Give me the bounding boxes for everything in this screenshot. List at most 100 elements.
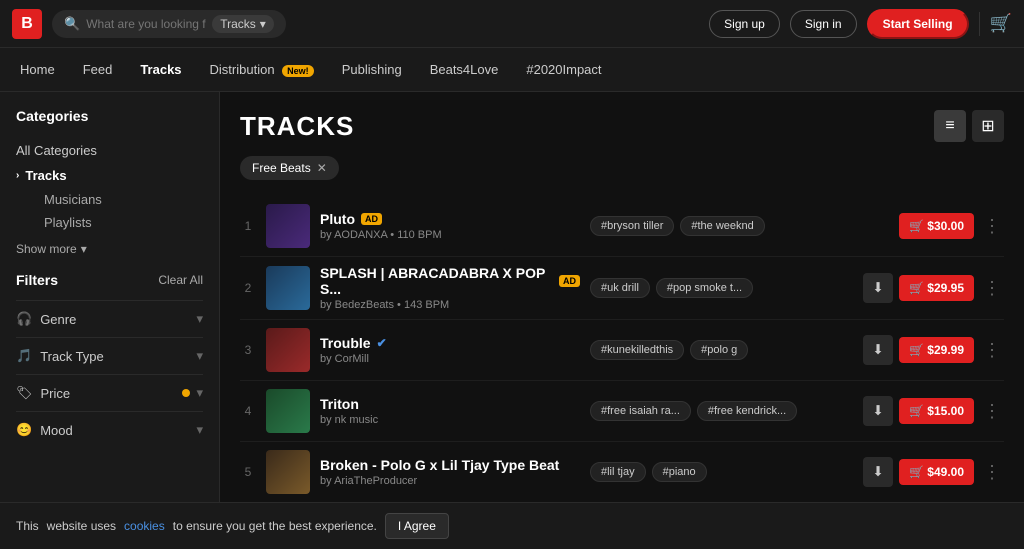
track-tag[interactable]: #uk drill [590, 278, 650, 298]
more-options-button[interactable]: ⋮ [980, 338, 1004, 362]
price-filter[interactable]: 🏷 Price ▾ [16, 374, 203, 411]
more-options-button[interactable]: ⋮ [980, 460, 1004, 484]
track-title[interactable]: Pluto [320, 211, 355, 227]
track-thumbnail[interactable] [266, 450, 310, 494]
nav-publishing[interactable]: Publishing [342, 62, 402, 77]
sidebar-all-categories[interactable]: All Categories [16, 138, 203, 163]
cookie-text2: website uses [47, 519, 116, 533]
track-info: Trouble ✔ by CorMill [320, 335, 580, 365]
track-type-filter[interactable]: 🎵 Track Type ▾ [16, 337, 203, 374]
show-more-button[interactable]: Show more ▾ [16, 242, 203, 256]
price-button[interactable]: 🛒 $30.00 [899, 213, 974, 239]
price-button[interactable]: 🛒 $15.00 [899, 398, 974, 424]
track-name: Triton [320, 396, 580, 412]
track-tag[interactable]: #kunekilledthis [590, 340, 684, 360]
grid-view-button[interactable]: ⊞ [972, 110, 1004, 142]
chevron-down-icon-mood: ▾ [196, 422, 203, 438]
track-tags: #kunekilledthis #polo g [590, 340, 853, 360]
sidebar-musicians[interactable]: Musicians [16, 188, 203, 211]
active-filters: Free Beats ✕ [240, 156, 1004, 180]
track-tag[interactable]: #free kendrick... [697, 401, 797, 421]
track-thumbnail[interactable] [266, 389, 310, 433]
track-actions: ⬇ 🛒 $49.00 ⋮ [863, 457, 1004, 487]
top-nav: B 🔍 Tracks ▾ Sign up Sign in Start Selli… [0, 0, 1024, 48]
logo[interactable]: B [12, 9, 42, 39]
track-tags: #lil tjay #piano [590, 462, 853, 482]
list-view-button[interactable]: ≡ [934, 110, 966, 142]
track-tags: #free isaiah ra... #free kendrick... [590, 401, 853, 421]
mood-filter[interactable]: 😊 Mood ▾ [16, 411, 203, 448]
search-category-dropdown[interactable]: Tracks ▾ [212, 15, 274, 33]
track-number: 3 [240, 343, 256, 357]
track-tag[interactable]: #pop smoke t... [656, 278, 753, 298]
download-button[interactable]: ⬇ [863, 396, 893, 426]
music-note-icon: 🎵 [16, 348, 32, 364]
signup-button[interactable]: Sign up [709, 10, 780, 38]
download-button[interactable]: ⬇ [863, 273, 893, 303]
price-button[interactable]: 🛒 $49.00 [899, 459, 974, 485]
nav-tracks[interactable]: Tracks [140, 62, 181, 77]
clear-all-button[interactable]: Clear All [158, 273, 203, 287]
sidebar-tracks[interactable]: › Tracks [16, 163, 203, 188]
price-button[interactable]: 🛒 $29.99 [899, 337, 974, 363]
chevron-down-icon: ▾ [260, 17, 266, 31]
track-type-label: 🎵 Track Type [16, 348, 104, 364]
main-content: TRACKS ≡ ⊞ Free Beats ✕ 1 Pluto AD by [220, 92, 1024, 549]
track-row: 1 Pluto AD by AODANXA • 110 BPM #bryson … [240, 196, 1004, 257]
genre-filter[interactable]: 🎧 Genre ▾ [16, 300, 203, 337]
cookie-link[interactable]: cookies [124, 519, 165, 533]
track-actions: ⬇ 🛒 $29.99 ⋮ [863, 335, 1004, 365]
track-name: Trouble ✔ [320, 335, 580, 351]
track-thumbnail[interactable] [266, 266, 310, 310]
track-title[interactable]: Trouble [320, 335, 371, 351]
sidebar: Categories All Categories › Tracks Music… [0, 92, 220, 549]
content-header: TRACKS ≡ ⊞ [240, 110, 1004, 142]
cookie-banner: This website uses cookies to ensure you … [0, 502, 1024, 549]
track-info: Triton by nk music [320, 396, 580, 426]
track-number: 2 [240, 281, 256, 295]
track-thumbnail[interactable] [266, 328, 310, 372]
remove-tag-button[interactable]: ✕ [317, 161, 327, 175]
start-selling-button[interactable]: Start Selling [867, 9, 969, 39]
track-tag[interactable]: #lil tjay [590, 462, 646, 482]
sidebar-playlists[interactable]: Playlists [16, 211, 203, 234]
track-tag[interactable]: #polo g [690, 340, 748, 360]
track-tag[interactable]: #bryson tiller [590, 216, 674, 236]
chevron-down-icon-type: ▾ [196, 348, 203, 364]
cookie-text3: to ensure you get the best experience. [173, 519, 377, 533]
more-options-button[interactable]: ⋮ [980, 214, 1004, 238]
cookie-agree-button[interactable]: I Agree [385, 513, 449, 539]
price-button[interactable]: 🛒 $29.95 [899, 275, 974, 301]
nav-distribution[interactable]: Distribution New! [210, 62, 314, 77]
page-title: TRACKS [240, 111, 354, 142]
nav-home[interactable]: Home [20, 62, 55, 77]
cart-icon[interactable]: 🛒 [990, 13, 1012, 34]
track-tag[interactable]: #the weeknd [680, 216, 764, 236]
track-name: Broken - Polo G x Lil Tjay Type Beat [320, 457, 580, 473]
new-badge: New! [282, 65, 314, 77]
more-options-button[interactable]: ⋮ [980, 276, 1004, 300]
track-meta: by AriaTheProducer [320, 475, 580, 487]
categories-title: Categories [16, 108, 203, 124]
track-title[interactable]: SPLASH | ABRACADABRA X POP S... [320, 265, 553, 297]
nav-2020impact[interactable]: #2020Impact [526, 62, 601, 77]
track-tag[interactable]: #piano [652, 462, 707, 482]
track-info: SPLASH | ABRACADABRA X POP S... AD by Be… [320, 265, 580, 311]
download-button[interactable]: ⬇ [863, 335, 893, 365]
more-options-button[interactable]: ⋮ [980, 399, 1004, 423]
signin-button[interactable]: Sign in [790, 10, 857, 38]
track-title[interactable]: Triton [320, 396, 359, 412]
track-info: Pluto AD by AODANXA • 110 BPM [320, 211, 580, 241]
search-input[interactable] [86, 17, 206, 31]
track-title[interactable]: Broken - Polo G x Lil Tjay Type Beat [320, 457, 559, 473]
free-beats-tag: Free Beats ✕ [240, 156, 339, 180]
nav-beats4love[interactable]: Beats4Love [430, 62, 499, 77]
chevron-down-icon-genre: ▾ [196, 311, 203, 327]
nav-feed[interactable]: Feed [83, 62, 113, 77]
download-button[interactable]: ⬇ [863, 457, 893, 487]
track-meta: by AODANXA • 110 BPM [320, 229, 580, 241]
track-tag[interactable]: #free isaiah ra... [590, 401, 691, 421]
track-row: 2 SPLASH | ABRACADABRA X POP S... AD by … [240, 257, 1004, 320]
track-thumbnail[interactable] [266, 204, 310, 248]
track-meta: by CorMill [320, 353, 580, 365]
